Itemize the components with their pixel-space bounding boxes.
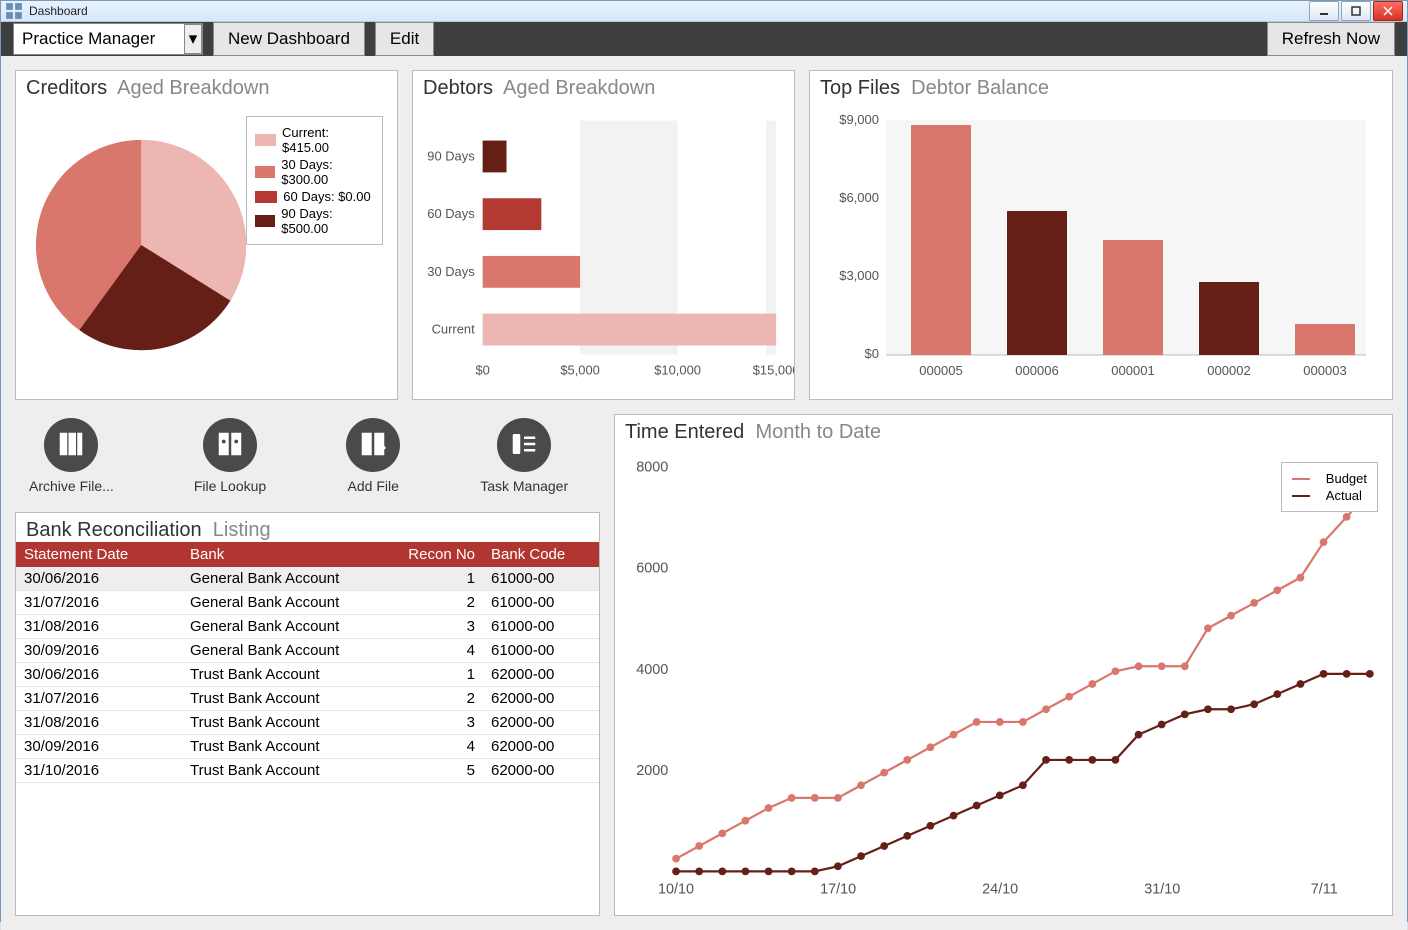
svg-text:60 Days: 60 Days [427,206,474,221]
time-legend: Budget Actual [1281,462,1378,512]
maximize-button[interactable] [1341,1,1371,21]
minimize-button[interactable] [1309,1,1339,21]
titlebar: Dashboard [1,1,1407,22]
svg-text:4000: 4000 [636,662,668,678]
col-bank[interactable]: Bank [182,542,377,567]
main-toolbar: Practice Manager ▾ New Dashboard Edit Re… [1,22,1407,56]
dashboard-window: Dashboard Practice Manager ▾ New Dashboa… [0,0,1408,922]
svg-text:$5,000: $5,000 [560,362,600,377]
table-row[interactable]: 31/08/2016General Bank Account361000-00 [16,615,599,639]
svg-text:$0: $0 [865,346,879,361]
bankrec-header-row: Statement Date Bank Recon No Bank Code [16,542,599,567]
creditors-pie-chart [36,130,246,360]
archive-file-launcher[interactable]: Archive File... [29,418,114,494]
creditors-legend: Current: $415.00 30 Days: $300.00 60 Day… [246,116,383,245]
debtors-bar-chart: 90 Days 60 Days 30 Days Current $0 $5,00… [413,100,794,390]
binder-icon [215,429,245,462]
svg-text:24/10: 24/10 [982,882,1018,898]
debtors-title: Debtors Aged Breakdown [413,71,794,100]
col-statement-date[interactable]: Statement Date [16,542,182,567]
window-title: Dashboard [29,4,1309,18]
time-entered-card: Time Entered Month to Date 2000 4000 600… [614,414,1393,916]
task-manager-launcher[interactable]: Task Manager [480,418,568,494]
table-row[interactable]: 31/10/2016Trust Bank Account562000-00 [16,759,599,783]
launcher-row: Archive File... File Lookup Add File Tas… [15,414,600,498]
svg-text:6000: 6000 [636,561,668,577]
svg-text:$6,000: $6,000 [839,190,879,205]
edit-button[interactable]: Edit [375,22,434,56]
tasks-icon [509,429,539,462]
svg-text:10/10: 10/10 [658,882,694,898]
svg-text:000005: 000005 [919,363,962,378]
archive-icon [56,429,86,462]
svg-text:$3,000: $3,000 [839,268,879,283]
svg-text:31/10: 31/10 [1144,882,1180,898]
table-row[interactable]: 30/09/2016General Bank Account461000-00 [16,639,599,663]
svg-text:2000: 2000 [636,763,668,779]
creditors-title: Creditors Aged Breakdown [16,71,397,100]
add-file-launcher[interactable]: Add File [346,418,400,494]
chevron-down-icon: ▾ [184,24,202,54]
add-file-icon [358,429,388,462]
svg-text:$9,000: $9,000 [839,112,879,127]
topfiles-card: Top Files Debtor Balance [809,70,1393,400]
svg-text:Current: Current [432,322,475,337]
table-row[interactable]: 31/08/2016Trust Bank Account362000-00 [16,711,599,735]
bankrec-table: Statement Date Bank Recon No Bank Code 3… [16,542,599,783]
bankrec-card: Bank Reconciliation Listing Statement Da… [15,512,600,916]
svg-text:30 Days: 30 Days [427,264,474,279]
view-selector-value: Practice Manager [22,29,155,49]
svg-text:8000: 8000 [636,460,668,476]
refresh-button[interactable]: Refresh Now [1267,22,1395,56]
svg-text:000003: 000003 [1303,363,1346,378]
svg-text:$0: $0 [475,362,489,377]
time-entered-title: Time Entered Month to Date [615,415,1392,444]
svg-text:7/11: 7/11 [1311,882,1338,898]
bankrec-title: Bank Reconciliation Listing [16,513,599,542]
svg-text:$10,000: $10,000 [654,362,701,377]
app-icon [5,2,23,20]
debtors-card: Debtors Aged Breakdown 90 Days [412,70,795,400]
col-bank-code[interactable]: Bank Code [483,542,599,567]
close-button[interactable] [1373,1,1403,21]
table-row[interactable]: 31/07/2016General Bank Account261000-00 [16,591,599,615]
view-selector[interactable]: Practice Manager ▾ [13,23,203,55]
table-row[interactable]: 31/07/2016Trust Bank Account262000-00 [16,687,599,711]
topfiles-title: Top Files Debtor Balance [810,71,1392,100]
svg-text:000002: 000002 [1207,363,1250,378]
col-recon-no[interactable]: Recon No [377,542,483,567]
new-dashboard-button[interactable]: New Dashboard [213,22,365,56]
table-row[interactable]: 30/06/2016General Bank Account161000-00 [16,567,599,591]
dashboard-content: Creditors Aged Breakdown [1,56,1407,930]
file-lookup-launcher[interactable]: File Lookup [194,418,266,494]
svg-text:17/10: 17/10 [820,882,856,898]
top-row: Creditors Aged Breakdown [15,70,1393,400]
svg-text:000001: 000001 [1111,363,1154,378]
svg-text:$15,000: $15,000 [753,362,794,377]
svg-text:90 Days: 90 Days [427,148,474,163]
table-row[interactable]: 30/09/2016Trust Bank Account462000-00 [16,735,599,759]
time-entered-chart: 2000 4000 6000 8000 10/10 17/10 24/10 31… [615,444,1392,910]
topfiles-bar-chart: $0 $3,000 $6,000 $9,000 000005 000006 00… [810,100,1392,390]
table-row[interactable]: 30/06/2016Trust Bank Account162000-00 [16,663,599,687]
svg-text:000006: 000006 [1015,363,1058,378]
creditors-card: Creditors Aged Breakdown [15,70,398,400]
